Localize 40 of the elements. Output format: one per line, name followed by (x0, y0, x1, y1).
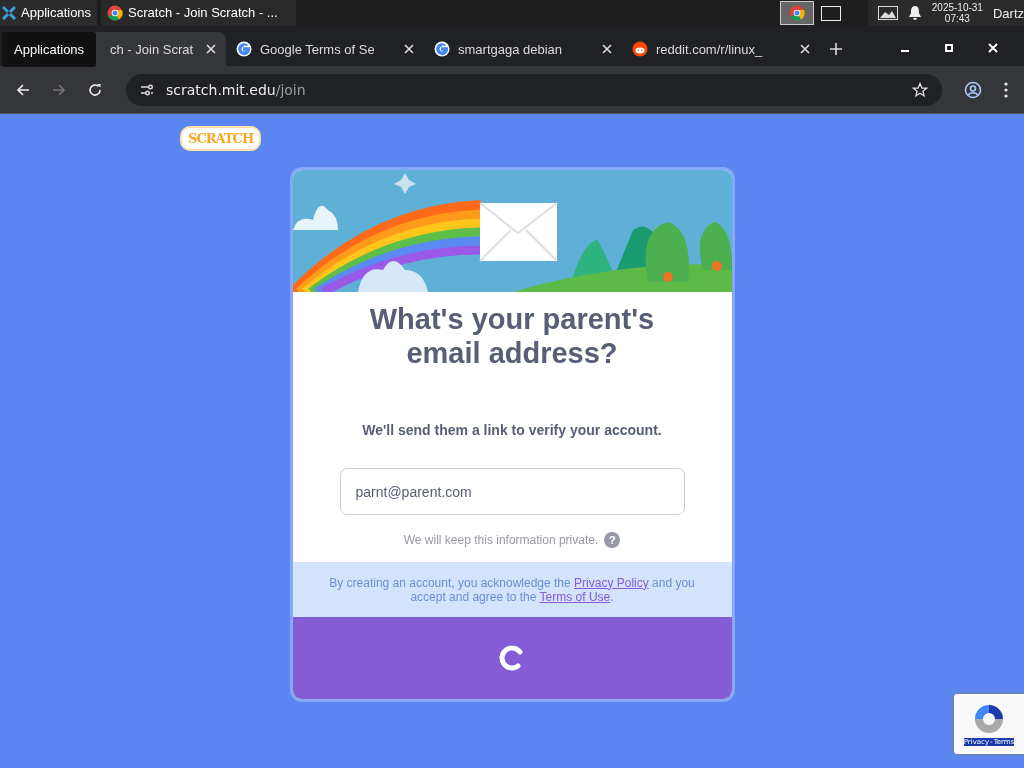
subtitle: We'll send them a link to verify your account. (362, 422, 662, 438)
reload-icon[interactable] (88, 82, 102, 97)
clock-date: 2025-10-31 (931, 2, 983, 13)
email-input-field[interactable]: parnt@parent.com (339, 468, 685, 515)
tooltip: Applications (2, 32, 97, 67)
forward-icon[interactable] (52, 82, 66, 97)
legal-text: By creating an account, you acknowledge the Privacy Policy and you accept and agree to the Terms of Use. (328, 575, 696, 604)
bookmark-star-icon[interactable] (912, 81, 928, 98)
close-tab-icon[interactable] (602, 44, 612, 54)
bell-icon[interactable] (907, 5, 922, 21)
browser-tab[interactable]: Google Terms of Se (226, 32, 424, 66)
maximize-icon[interactable] (944, 43, 954, 53)
heading: What's your parent's email address? (368, 302, 656, 370)
workspace-button[interactable] (779, 1, 814, 25)
reddit-icon (632, 41, 648, 57)
chrome-icon (107, 5, 124, 21)
google-icon (434, 41, 450, 57)
taskbar-window-button[interactable]: Scratch - Join Scratch - ... (101, 0, 297, 26)
profile-icon[interactable] (964, 80, 982, 99)
browser-tab[interactable]: smartgaga debian (424, 32, 622, 66)
site-settings-icon[interactable] (140, 82, 154, 97)
close-icon[interactable] (988, 43, 998, 53)
address-bar[interactable]: scratch.mit.edu/join (126, 73, 942, 106)
close-tab-icon[interactable] (404, 44, 414, 54)
image-icon[interactable] (877, 6, 898, 20)
privacy-policy-link[interactable]: Privacy Policy (574, 575, 649, 590)
browser-tab[interactable]: reddit.com/r/linux_ (622, 32, 820, 66)
close-tab-icon[interactable] (206, 44, 216, 54)
url-text: scratch.mit.edu/join (166, 81, 306, 98)
clock-time: 07:43 (944, 13, 970, 24)
menu-icon[interactable] (1004, 81, 1008, 98)
close-tab-icon[interactable] (800, 44, 810, 54)
new-tab-icon[interactable] (830, 43, 842, 55)
back-icon[interactable] (16, 82, 30, 97)
user-name: Dartz (992, 5, 1024, 21)
google-icon (236, 41, 252, 57)
chrome-icon (788, 5, 805, 21)
privacy-note: We will keep this information private. (403, 533, 599, 547)
apps-icon (2, 6, 16, 20)
applications-menu[interactable]: Applications (0, 0, 98, 26)
